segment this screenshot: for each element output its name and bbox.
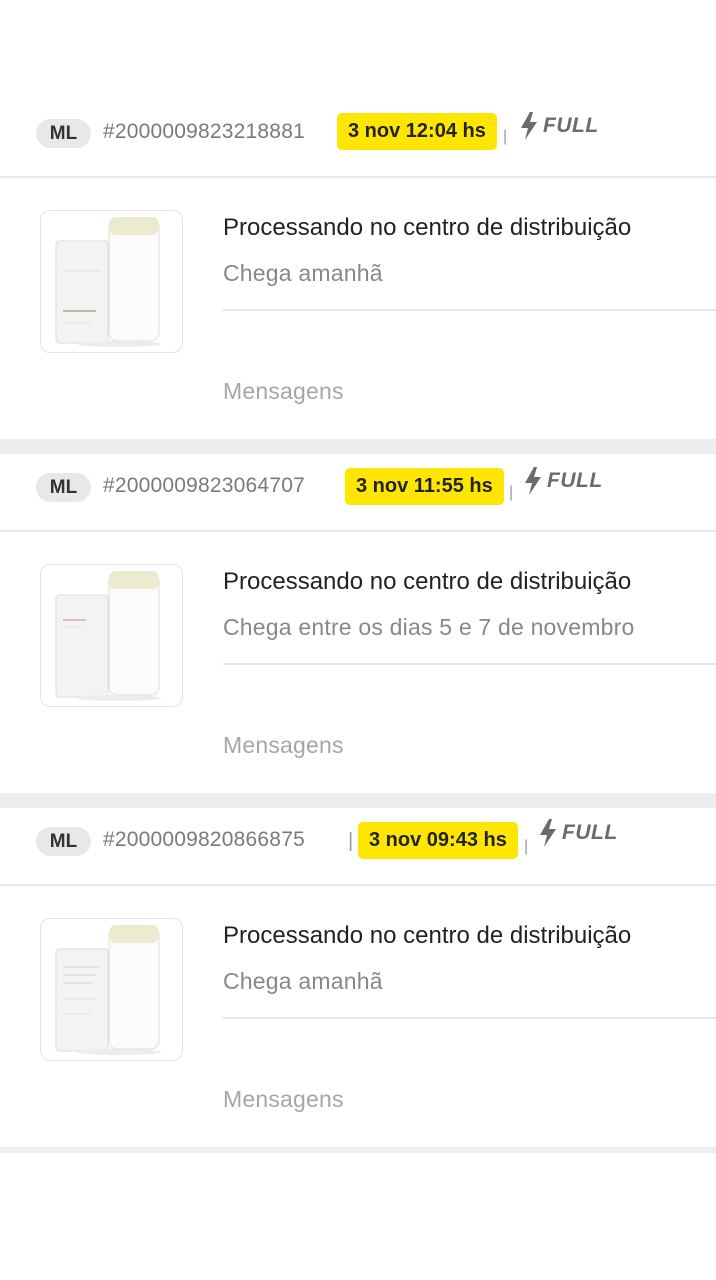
full-label: FULL (547, 469, 603, 492)
order-date-highlight: 3 nov 11:55 hs (345, 468, 504, 505)
delivery-eta: Chega amanhã (223, 260, 383, 286)
order-date-highlight: 3 nov 09:43 hs (358, 822, 518, 859)
order-id: #2000009820866875 (103, 828, 305, 851)
messages-link[interactable]: Mensagens (223, 732, 344, 759)
lightning-bolt-icon (525, 467, 541, 495)
full-shipping-tag: FULL (518, 112, 599, 140)
lightning-bolt-icon (521, 112, 537, 140)
order-id: #2000009823064707 (103, 474, 305, 497)
product-image (55, 217, 161, 347)
store-badge: ML (36, 473, 91, 502)
order-header: ML #2000009823064707 3 nov 11:55 hs | FU… (0, 454, 716, 532)
order-status: Processando no centro de distribuição (223, 214, 632, 241)
order-id: #2000009823218881 (103, 120, 305, 143)
product-thumbnail[interactable] (40, 564, 183, 707)
separator: | (503, 128, 508, 145)
body-divider (223, 1017, 716, 1019)
order-card[interactable]: ML #2000009823218881 3 nov 12:04 hs | FU… (0, 100, 716, 439)
product-image (55, 925, 161, 1055)
product-thumbnail[interactable] (40, 210, 183, 353)
full-label: FULL (543, 114, 599, 137)
messages-link[interactable]: Mensagens (223, 378, 344, 405)
lightning-bolt-icon (540, 819, 556, 847)
order-date-highlight: 3 nov 12:04 hs (337, 113, 497, 150)
separator: | (348, 830, 354, 852)
separator: | (524, 838, 529, 855)
delivery-eta: Chega amanhã (223, 968, 383, 994)
order-status: Processando no centro de distribuição (223, 568, 632, 595)
product-thumbnail[interactable] (40, 918, 183, 1061)
store-badge: ML (36, 827, 91, 856)
full-shipping-tag: FULL (537, 819, 618, 847)
product-image (55, 571, 161, 701)
separator: | (509, 484, 514, 501)
top-spacer (0, 0, 716, 100)
order-card[interactable]: ML #2000009823064707 3 nov 11:55 hs | FU… (0, 454, 716, 793)
delivery-eta: Chega entre os dias 5 e 7 de novembro (223, 614, 635, 640)
order-body: Processando no centro de distribuição Ch… (0, 886, 716, 1147)
full-label: FULL (562, 821, 618, 844)
order-header: ML #2000009823218881 3 nov 12:04 hs | FU… (0, 100, 716, 178)
section-gap (0, 1147, 716, 1153)
order-card[interactable]: ML #2000009820866875 | 3 nov 09:43 hs | … (0, 808, 716, 1147)
order-body: Processando no centro de distribuição Ch… (0, 532, 716, 793)
body-divider (223, 309, 716, 311)
store-badge: ML (36, 119, 91, 148)
full-shipping-tag: FULL (522, 467, 603, 495)
section-gap (0, 439, 716, 454)
order-status: Processando no centro de distribuição (223, 922, 632, 949)
order-body: Processando no centro de distribuição Ch… (0, 178, 716, 439)
body-divider (223, 663, 716, 665)
order-header: ML #2000009820866875 | 3 nov 09:43 hs | … (0, 808, 716, 886)
section-gap (0, 793, 716, 808)
messages-link[interactable]: Mensagens (223, 1086, 344, 1113)
